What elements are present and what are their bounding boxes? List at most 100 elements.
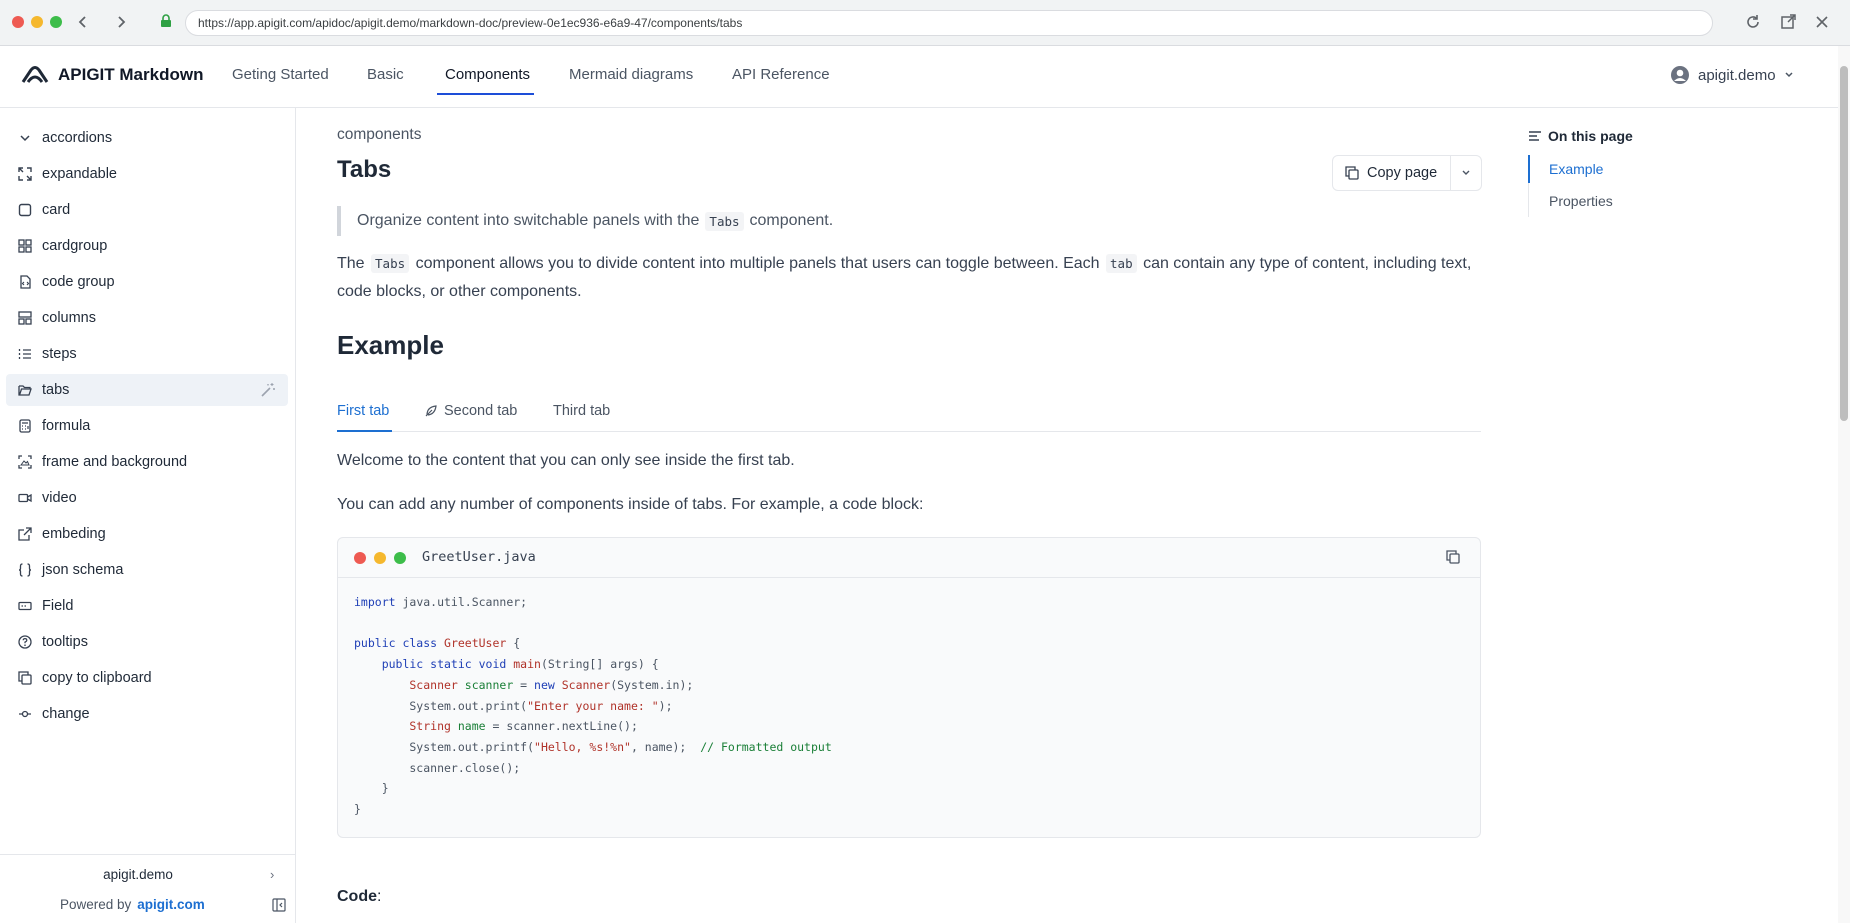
list-icon (18, 349, 31, 359)
nav-getting-started[interactable]: Geting Started (232, 66, 329, 83)
sidebar-item-card[interactable]: card (6, 194, 288, 226)
sidebar-item-change[interactable]: change (6, 698, 288, 730)
magic-wand-icon[interactable] (260, 382, 276, 398)
workspace-switcher[interactable]: apigit.demo (0, 867, 276, 882)
copy-page-dropdown[interactable] (1451, 156, 1481, 190)
nav-components[interactable]: Components (445, 66, 530, 83)
toc-item-properties[interactable]: Properties (1549, 193, 1613, 209)
sidebar-item-cardgroup[interactable]: cardgroup (6, 230, 288, 262)
image-frame-icon (18, 455, 32, 469)
nav-api-reference[interactable]: API Reference (732, 66, 830, 83)
video-icon (18, 493, 32, 503)
reload-icon[interactable] (1745, 14, 1761, 30)
sidebar-item-json-schema[interactable]: json schema (6, 554, 288, 586)
copy-icon (1345, 166, 1359, 180)
sidebar-item-label: expandable (42, 166, 117, 182)
lock-icon (161, 14, 171, 27)
sidebar-item-label: Field (42, 598, 74, 614)
quote-text-end: component. (749, 212, 834, 229)
chevron-right-icon[interactable]: › (270, 867, 274, 882)
copy-page-label: Copy page (1367, 165, 1438, 181)
forward-button[interactable] (108, 9, 134, 35)
feather-icon (425, 405, 437, 417)
window-close-button[interactable] (12, 16, 24, 28)
commit-icon (19, 710, 31, 718)
sidebar-item-label: cardgroup (42, 238, 108, 254)
sidebar-item-label: accordions (42, 130, 113, 146)
tab-first[interactable]: First tab (337, 403, 389, 419)
sidebar-item-columns[interactable]: columns (6, 302, 288, 334)
intro-text: component allows you to divide content i… (415, 255, 1100, 272)
sidebar-item-label: json schema (42, 562, 124, 578)
copy-page-button[interactable]: Copy page (1333, 156, 1451, 190)
brand[interactable]: APIGIT Markdown (20, 64, 203, 86)
code-label-text: Code (337, 888, 377, 905)
sidebar-item-embeding[interactable]: embeding (6, 518, 288, 550)
sidebar-item-tooltips[interactable]: tooltips (6, 626, 288, 658)
sidebar: accordions expandable card cardgroup cod… (0, 108, 296, 923)
tab-second[interactable]: Second tab (424, 403, 517, 419)
page-scrollbar[interactable] (1838, 46, 1850, 923)
powered-by-link[interactable]: apigit.com (137, 897, 205, 912)
sidebar-item-expandable[interactable]: expandable (6, 158, 288, 190)
toc-active-indicator (1528, 155, 1530, 183)
sidebar-collapse-icon[interactable] (272, 898, 286, 912)
sidebar-item-label: tabs (42, 382, 70, 398)
code-label: Code: (337, 888, 381, 906)
tab-third[interactable]: Third tab (553, 403, 610, 419)
grid-icon (18, 239, 32, 253)
code-content: import java.util.Scanner; public class G… (354, 595, 832, 817)
tab-bar: First tab Second tab Third tab (337, 391, 1481, 432)
nav-mermaid-diagrams[interactable]: Mermaid diagrams (569, 66, 693, 83)
copy-code-icon[interactable] (1446, 550, 1460, 564)
braces-icon (18, 563, 32, 577)
section-title: Example (337, 330, 444, 360)
sidebar-item-label: steps (42, 346, 77, 362)
code-block: GreetUser.java import java.util.Scanner;… (337, 537, 1481, 838)
chevron-left-icon (78, 16, 86, 28)
code-file-icon (20, 275, 31, 289)
help-circle-icon (18, 635, 32, 649)
scrollbar-thumb[interactable] (1840, 66, 1848, 421)
sidebar-item-steps[interactable]: steps (6, 338, 288, 370)
sidebar-item-label: frame and background (42, 454, 188, 470)
powered-by: Powered by apigit.com (60, 897, 205, 912)
toc-heading: On this page (1528, 128, 1633, 144)
intro-text: can contain any type of content, includi… (1143, 255, 1472, 272)
sidebar-item-field[interactable]: Field (6, 590, 288, 622)
sidebar-footer: apigit.demo › Powered by apigit.com (0, 854, 296, 912)
back-button[interactable] (70, 9, 96, 35)
sidebar-item-video[interactable]: video (6, 482, 288, 514)
nav-basic[interactable]: Basic (367, 66, 404, 83)
sidebar-item-tabs[interactable]: tabs (6, 374, 288, 406)
inline-code: tab (1106, 254, 1137, 273)
description-quote: Organize content into switchable panels … (337, 206, 1037, 236)
inline-code: Tabs (371, 254, 410, 273)
tab-content-text-1: Welcome to the content that you can only… (337, 452, 795, 469)
address-bar[interactable]: https://app.apigit.com/apidoc/apigit.dem… (185, 10, 1713, 36)
sidebar-item-formula[interactable]: formula (6, 410, 288, 442)
code-filename: GreetUser.java (422, 549, 536, 565)
active-nav-indicator (437, 93, 534, 95)
sidebar-item-code-group[interactable]: code group (6, 266, 288, 298)
window-maximize-button[interactable] (50, 16, 62, 28)
sidebar-item-copy-to-clipboard[interactable]: copy to clipboard (6, 662, 288, 694)
tab-label: Third tab (553, 403, 611, 419)
code-dot-yellow (374, 552, 386, 564)
sidebar-item-frame-and-background[interactable]: frame and background (6, 446, 288, 478)
page-title: Tabs (337, 156, 392, 183)
sidebar-item-accordions[interactable]: accordions (6, 122, 288, 154)
apigit-logo-icon (21, 66, 49, 83)
sidebar-item-label: video (42, 490, 77, 506)
field-icon (18, 601, 32, 611)
chevron-down-icon (1462, 170, 1470, 175)
intro-line-1: The Tabs component allows you to divide … (337, 250, 1487, 278)
close-icon[interactable] (1815, 15, 1829, 29)
breadcrumb: components (337, 126, 422, 143)
card-icon (18, 203, 32, 217)
window-minimize-button[interactable] (31, 16, 43, 28)
open-external-icon[interactable] (1780, 14, 1796, 30)
toc-item-example[interactable]: Example (1549, 161, 1603, 177)
intro-text: The (337, 255, 365, 272)
user-menu[interactable]: apigit.demo (1670, 65, 1794, 85)
